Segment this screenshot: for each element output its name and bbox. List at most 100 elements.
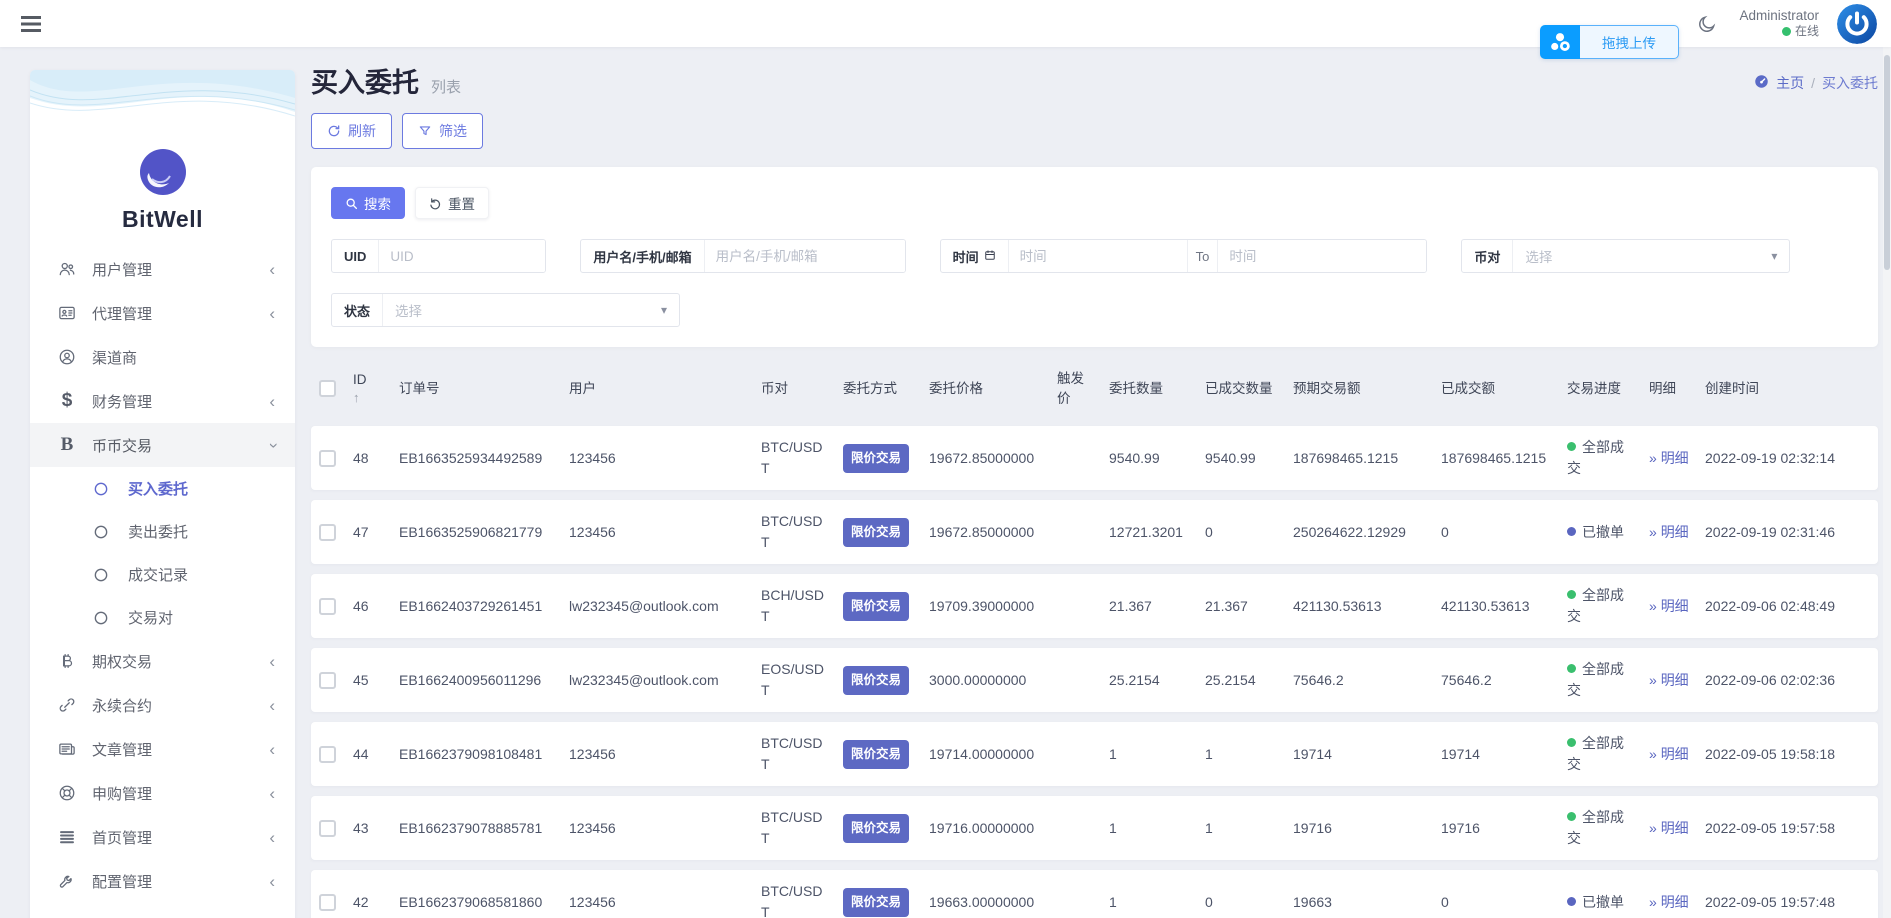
calendar-icon xyxy=(984,249,996,264)
sidebar-item-buy-orders[interactable]: 买入委托 xyxy=(30,467,295,510)
avatar[interactable] xyxy=(1837,3,1877,44)
cell-user: 123456 xyxy=(569,819,616,836)
detail-link[interactable]: » 明细 xyxy=(1649,746,1689,762)
status-dot-icon xyxy=(1567,812,1576,822)
status-select[interactable]: 选择 ▾ xyxy=(383,294,679,326)
chevron-left-icon: ‹ xyxy=(269,303,275,323)
cell-expected-amount: 187698465.1215 xyxy=(1293,449,1399,466)
user-input[interactable] xyxy=(704,240,905,272)
sidebar-item-user-management[interactable]: 用户管理 ‹ xyxy=(30,247,295,291)
row-checkbox[interactable] xyxy=(319,819,336,837)
user-status: 在线 xyxy=(1739,24,1819,39)
uid-input[interactable] xyxy=(379,240,546,272)
order-type-badge: 限价交易 xyxy=(843,517,910,547)
detail-link[interactable]: » 明细 xyxy=(1649,894,1689,910)
sidebar-item-agent-management[interactable]: 代理管理 ‹ xyxy=(30,291,295,335)
cell-progress: 全部成交 xyxy=(1559,574,1641,638)
column-header-type: 委托方式 xyxy=(843,380,897,396)
sort-asc-icon[interactable]: ↑ xyxy=(353,390,383,406)
row-checkbox[interactable] xyxy=(319,523,336,541)
detail-link[interactable]: » 明细 xyxy=(1649,820,1689,836)
sidebar-item-config-management[interactable]: 配置管理 ‹ xyxy=(30,859,295,903)
search-button[interactable]: 搜索 xyxy=(331,187,405,219)
user-menu[interactable]: Administrator 在线 xyxy=(1739,8,1819,40)
sidebar-wave-decoration xyxy=(30,70,295,132)
row-select-cell xyxy=(311,870,345,918)
row-checkbox[interactable] xyxy=(319,449,336,467)
sidebar-item-options-trading[interactable]: 期权交易 ‹ xyxy=(30,639,295,683)
menu-toggle-button[interactable] xyxy=(16,9,46,39)
order-type-badge: 限价交易 xyxy=(843,443,910,473)
breadcrumb-home-link[interactable]: 主页 xyxy=(1776,73,1804,93)
row-checkbox[interactable] xyxy=(319,671,336,689)
refresh-button[interactable]: 刷新 xyxy=(311,113,392,149)
double-angle-icon: » xyxy=(1649,449,1657,466)
caret-down-icon: ▾ xyxy=(660,303,668,317)
column-header-price: 委托价格 xyxy=(929,380,983,396)
column-header-amount: 委托数量 xyxy=(1109,380,1163,396)
detail-link[interactable]: » 明细 xyxy=(1649,598,1689,614)
chevron-left-icon: ‹ xyxy=(269,827,275,847)
cell-detail: » 明细 xyxy=(1641,574,1697,638)
cell-order-type: 限价交易 xyxy=(835,648,921,712)
sidebar: BitWell 用户管理 ‹ 代理管理 ‹ 渠道商 $ 财务管理 ‹ B 币币交… xyxy=(30,70,295,918)
uid-filter: UID xyxy=(331,239,547,273)
cell-created: 2022-09-05 19:57:48 xyxy=(1705,893,1835,910)
drag-upload-button[interactable]: 拖拽上传 xyxy=(1580,25,1679,59)
row-select-cell xyxy=(311,722,345,786)
sidebar-item-subscription-management[interactable]: 申购管理 ‹ xyxy=(30,771,295,815)
sidebar-item-trade-records[interactable]: 成交记录 xyxy=(30,553,295,596)
time-to-input[interactable] xyxy=(1218,240,1427,272)
cell-amount: 1 xyxy=(1109,893,1117,910)
dark-mode-toggle[interactable] xyxy=(1693,10,1721,38)
order-type-badge: 限价交易 xyxy=(843,665,910,695)
sidebar-item-finance-management[interactable]: $ 财务管理 ‹ xyxy=(30,379,295,423)
sidebar-item-channel-dealer[interactable]: 渠道商 xyxy=(30,335,295,379)
cell-id: 48 xyxy=(353,449,369,466)
status-dot-icon xyxy=(1567,442,1576,452)
filter-button[interactable]: 筛选 xyxy=(402,113,483,149)
scrollbar-track[interactable] xyxy=(1883,47,1891,918)
reset-button[interactable]: 重置 xyxy=(415,187,489,219)
row-checkbox[interactable] xyxy=(319,893,336,911)
sidebar-item-perpetual-contract[interactable]: 永续合约 ‹ xyxy=(30,683,295,727)
cell-id: 42 xyxy=(353,893,369,910)
detail-link[interactable]: » 明细 xyxy=(1649,672,1689,688)
cell-price: 19672.85000000 xyxy=(929,449,1035,466)
sidebar-item-sell-orders[interactable]: 卖出委托 xyxy=(30,510,295,553)
cell-trigger-price xyxy=(1049,426,1101,490)
order-type-badge: 限价交易 xyxy=(843,591,910,621)
cell-order-no: EB1662379068581860 xyxy=(399,893,543,910)
select-all-checkbox[interactable] xyxy=(319,380,336,398)
sidebar-item-risk-management[interactable]: 风控管理 ‹ xyxy=(30,903,295,918)
sidebar-item-spot-trading[interactable]: B 币币交易 ‹ xyxy=(30,423,295,467)
scrollbar-thumb[interactable] xyxy=(1884,55,1890,270)
drag-upload-widget[interactable]: 拖拽上传 xyxy=(1540,25,1679,59)
sidebar-item-trading-pairs[interactable]: 交易对 xyxy=(30,596,295,639)
detail-link[interactable]: » 明细 xyxy=(1649,524,1689,540)
cell-progress: 全部成交 xyxy=(1559,426,1641,490)
cell-pair: EOS/USDT xyxy=(761,661,825,699)
sidebar-item-article-management[interactable]: 文章管理 ‹ xyxy=(30,727,295,771)
cell-created: 2022-09-05 19:57:58 xyxy=(1705,819,1835,836)
brand-name[interactable]: BitWell xyxy=(30,206,295,233)
chevron-left-icon: ‹ xyxy=(269,871,275,891)
double-angle-icon: » xyxy=(1649,523,1657,540)
status-filter: 状态 选择 ▾ xyxy=(331,293,681,327)
dollar-icon: $ xyxy=(61,390,73,411)
row-select-cell xyxy=(311,574,345,638)
brand-logo[interactable] xyxy=(30,148,295,196)
sidebar-item-homepage-management[interactable]: 首页管理 ‹ xyxy=(30,815,295,859)
radio-circle-icon xyxy=(90,481,112,497)
detail-link[interactable]: » 明细 xyxy=(1649,450,1689,466)
table-row: 43 EB1662379078885781 123456 BTC/USDT 限价… xyxy=(311,796,1878,861)
column-header-id[interactable]: ID ↑ xyxy=(345,357,391,416)
cell-filled-amount: 187698465.1215 xyxy=(1441,449,1547,466)
chevron-left-icon: ‹ xyxy=(269,783,275,803)
pair-select[interactable]: 选择 ▾ xyxy=(1513,240,1789,272)
time-from-input[interactable] xyxy=(1008,240,1187,272)
cell-progress: 已撤单 xyxy=(1559,500,1641,564)
row-checkbox[interactable] xyxy=(319,745,336,763)
page-subtitle: 列表 xyxy=(431,79,462,96)
row-checkbox[interactable] xyxy=(319,597,336,615)
